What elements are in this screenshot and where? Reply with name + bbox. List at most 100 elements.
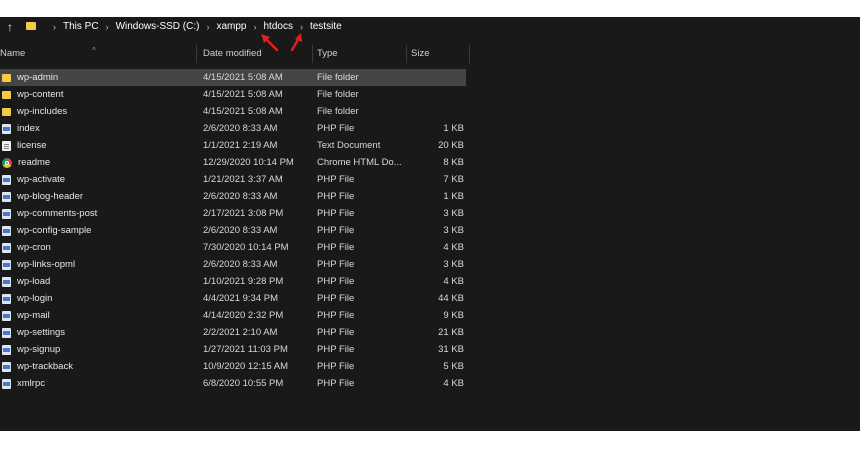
- file-name-cell: wp-trackback: [0, 358, 198, 375]
- file-size: 3 KB: [443, 259, 464, 270]
- file-name: wp-content: [17, 89, 64, 100]
- file-type: PHP File: [317, 174, 355, 185]
- file-size: 3 KB: [443, 208, 464, 219]
- column-headers: Name ^ Date modified Type Size: [0, 45, 470, 63]
- file-row[interactable]: xmlrpc 6/8/2020 10:55 PM PHP File 4 KB: [0, 375, 470, 392]
- file-row[interactable]: wp-cron 7/30/2020 10:14 PM PHP File 4 KB: [0, 239, 470, 256]
- file-name-cell: wp-load: [0, 273, 198, 290]
- file-name-cell: wp-links-opml: [0, 256, 198, 273]
- file-size: 9 KB: [443, 310, 464, 321]
- php-file-icon: [2, 242, 11, 253]
- file-name: wp-login: [17, 293, 53, 304]
- breadcrumb: › This PC › Windows-SSD (C:) › xampp › htdoc…: [46, 21, 342, 32]
- php-file-icon: [2, 123, 11, 134]
- folder-icon: [2, 74, 11, 82]
- file-type: PHP File: [317, 276, 355, 287]
- file-date: 1/27/2021 11:03 PM: [203, 344, 288, 355]
- address-bar[interactable]: ↑ › This PC › Windows-SSD (C:) › xampp › htd…: [0, 17, 860, 36]
- file-row[interactable]: index 2/6/2020 8:33 AM PHP File 1 KB: [0, 120, 470, 137]
- breadcrumb-item-htdocs[interactable]: › htdocs: [246, 21, 292, 32]
- file-date: 2/6/2020 8:33 AM: [203, 191, 278, 202]
- file-name: wp-includes: [17, 106, 68, 117]
- column-header-date[interactable]: Date modified: [199, 45, 313, 63]
- file-list: wp-admin 4/15/2021 5:08 AM File folder wp-c…: [0, 69, 470, 392]
- file-name-cell: index: [0, 120, 198, 137]
- file-size: 21 KB: [438, 327, 464, 338]
- file-type: PHP File: [317, 310, 355, 321]
- file-row[interactable]: wp-load 1/10/2021 9:28 PM PHP File 4 KB: [0, 273, 470, 290]
- php-file-icon: [2, 191, 11, 202]
- file-name: xmlrpc: [17, 378, 45, 389]
- breadcrumb-item-xampp[interactable]: › xampp: [199, 21, 246, 32]
- file-date: 4/4/2021 9:34 PM: [203, 293, 278, 304]
- file-row[interactable]: wp-config-sample 2/6/2020 8:33 AM PHP File…: [0, 222, 470, 239]
- file-name: wp-comments-post: [17, 208, 98, 219]
- file-name-cell: wp-config-sample: [0, 222, 198, 239]
- breadcrumb-item-testsite[interactable]: › testsite: [293, 21, 342, 32]
- file-type: Text Document: [317, 140, 381, 151]
- column-header-size[interactable]: Size: [407, 45, 470, 63]
- file-row[interactable]: wp-mail 4/14/2020 2:32 PM PHP File 9 KB: [0, 307, 470, 324]
- file-name-cell: readme: [0, 154, 198, 171]
- file-row[interactable]: wp-comments-post 2/17/2021 3:08 PM PHP Fil…: [0, 205, 470, 222]
- file-row[interactable]: wp-includes 4/15/2021 5:08 AM File folder: [0, 103, 470, 120]
- file-name-cell: wp-admin: [0, 69, 198, 86]
- file-name-cell: wp-activate: [0, 171, 198, 188]
- file-row[interactable]: wp-activate 1/21/2021 3:37 AM PHP File 7 KB: [0, 171, 470, 188]
- file-name-cell: xmlrpc: [0, 375, 198, 392]
- file-name: wp-links-opml: [17, 259, 76, 270]
- column-header-type[interactable]: Type: [313, 45, 407, 63]
- file-type: File folder: [317, 89, 359, 100]
- file-size: 7 KB: [443, 174, 464, 185]
- file-name-cell: wp-settings: [0, 324, 198, 341]
- file-row[interactable]: wp-settings 2/2/2021 2:10 AM PHP File 21 KB: [0, 324, 470, 341]
- file-date: 4/14/2020 2:32 PM: [203, 310, 284, 321]
- file-name: wp-mail: [17, 310, 50, 321]
- file-date: 7/30/2020 10:14 PM: [203, 242, 289, 253]
- file-date: 1/21/2021 3:37 AM: [203, 174, 283, 185]
- php-file-icon: [2, 293, 11, 304]
- breadcrumb-item-this-pc[interactable]: › This PC: [46, 21, 99, 32]
- file-name: wp-signup: [17, 344, 61, 355]
- file-name: index: [17, 123, 40, 134]
- file-type: PHP File: [317, 259, 355, 270]
- chevron-right-icon: ›: [299, 21, 303, 32]
- php-file-icon: [2, 310, 11, 321]
- file-size: 4 KB: [443, 378, 464, 389]
- php-file-icon: [2, 276, 11, 287]
- file-size: 4 KB: [443, 242, 464, 253]
- file-row[interactable]: license 1/1/2021 2:19 AM Text Document 20 K…: [0, 137, 470, 154]
- up-arrow-icon[interactable]: ↑: [0, 17, 20, 36]
- file-size: [408, 86, 464, 103]
- file-row[interactable]: wp-signup 1/27/2021 11:03 PM PHP File 31 KB: [0, 341, 470, 358]
- php-file-icon: [2, 361, 11, 372]
- breadcrumb-item-windows-ssd[interactable]: › Windows-SSD (C:): [99, 21, 200, 32]
- file-date: 2/2/2021 2:10 AM: [203, 327, 278, 338]
- file-date: 2/6/2020 8:33 AM: [203, 225, 278, 236]
- file-row[interactable]: readme 12/29/2020 10:14 PM Chrome HTML Do.…: [0, 154, 470, 171]
- file-size: [408, 103, 464, 120]
- file-explorer-window: ↑ › This PC › Windows-SSD (C:) › xampp › htd…: [0, 17, 860, 431]
- file-name-cell: wp-cron: [0, 239, 198, 256]
- file-row[interactable]: wp-admin 4/15/2021 5:08 AM File folder: [0, 69, 466, 86]
- file-type: PHP File: [317, 208, 355, 219]
- file-row[interactable]: wp-content 4/15/2021 5:08 AM File folder: [0, 86, 470, 103]
- file-type: PHP File: [317, 327, 355, 338]
- file-row[interactable]: wp-login 4/4/2021 9:34 PM PHP File 44 KB: [0, 290, 470, 307]
- chevron-right-icon: ›: [53, 21, 56, 32]
- php-file-icon: [2, 225, 11, 236]
- file-size: 31 KB: [438, 344, 464, 355]
- file-row[interactable]: wp-trackback 10/9/2020 12:15 AM PHP File 5 …: [0, 358, 470, 375]
- file-row[interactable]: wp-blog-header 2/6/2020 8:33 AM PHP File 1 …: [0, 188, 470, 205]
- folder-icon: [26, 21, 36, 30]
- file-size: 44 KB: [438, 293, 464, 304]
- file-name: readme: [18, 157, 51, 168]
- folder-icon: [2, 108, 11, 116]
- file-name: wp-settings: [17, 327, 66, 338]
- file-type: PHP File: [317, 123, 355, 134]
- column-header-name[interactable]: Name ^: [0, 45, 197, 63]
- file-row[interactable]: wp-links-opml 2/6/2020 8:33 AM PHP File 3 K…: [0, 256, 470, 273]
- chevron-right-icon: ›: [105, 21, 109, 32]
- file-date: 2/6/2020 8:33 AM: [203, 123, 278, 134]
- file-date: 4/15/2021 5:08 AM: [203, 89, 283, 100]
